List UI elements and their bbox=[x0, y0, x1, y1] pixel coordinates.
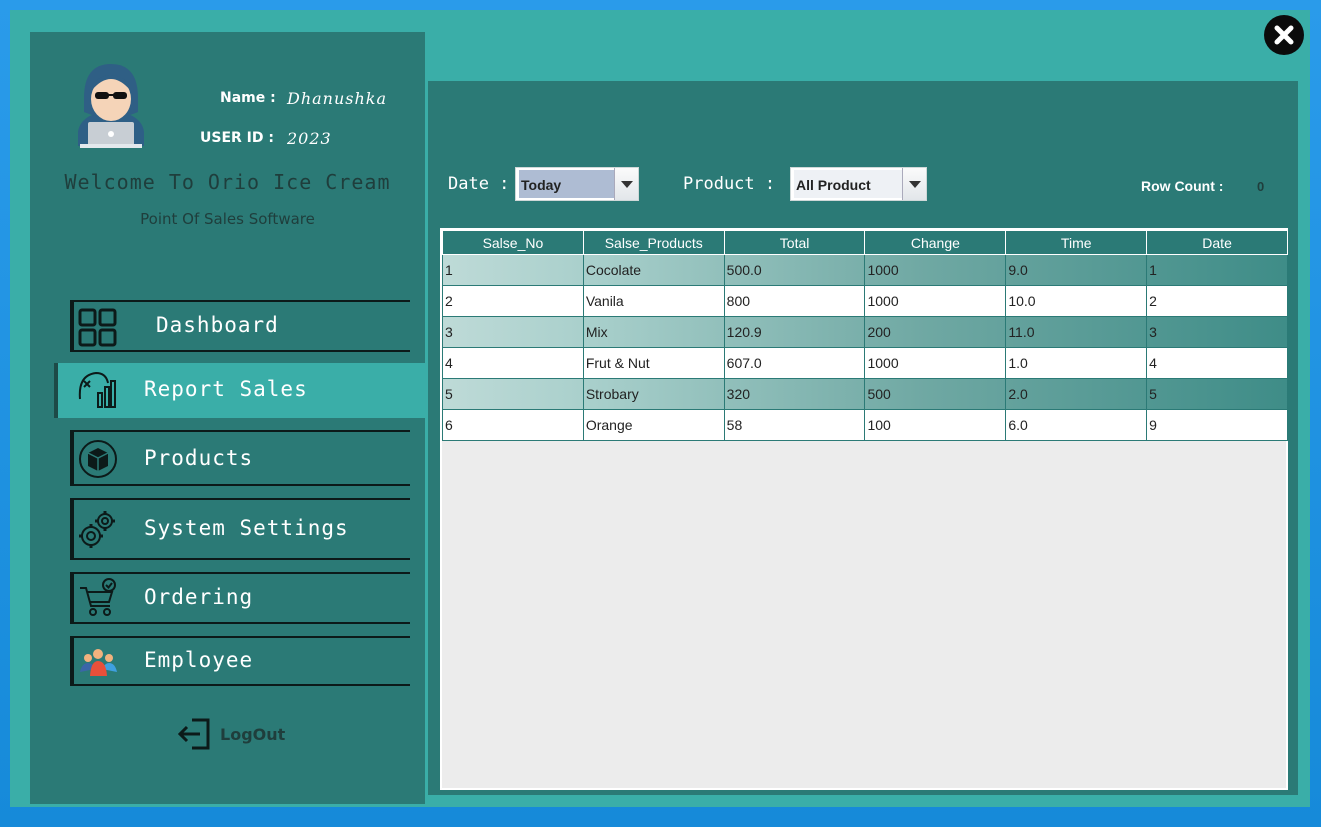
table-cell: 9.0 bbox=[1005, 254, 1148, 286]
nav-dashboard-label: Dashboard bbox=[156, 313, 279, 337]
box-icon bbox=[79, 440, 117, 478]
table-cell: 2.0 bbox=[1005, 378, 1148, 410]
table-cell: 9 bbox=[1146, 409, 1288, 441]
sidebar: Name : Dhanushka USER ID : 2023 Welcome … bbox=[30, 32, 425, 804]
people-icon bbox=[80, 649, 117, 676]
table-cell: 500 bbox=[864, 378, 1007, 410]
nav-ordering[interactable]: Ordering bbox=[70, 572, 410, 624]
column-header[interactable]: Date bbox=[1146, 230, 1288, 255]
table-cell: 2 bbox=[442, 285, 584, 317]
chevron-down-icon[interactable] bbox=[902, 168, 926, 200]
user-avatar-icon bbox=[70, 62, 152, 148]
nav-dashboard[interactable]: Dashboard bbox=[70, 300, 410, 352]
table-cell: 320 bbox=[723, 378, 866, 410]
nav-system-settings[interactable]: System Settings bbox=[70, 498, 410, 560]
column-header[interactable]: Total bbox=[723, 230, 866, 255]
logout-label: LogOut bbox=[220, 725, 286, 744]
column-header[interactable]: Salse_No bbox=[442, 230, 584, 255]
chevron-down-icon[interactable] bbox=[614, 168, 638, 200]
close-icon bbox=[1274, 25, 1294, 45]
sales-table-container[interactable]: Salse_No Salse_Products Total Change Time Dat… bbox=[440, 228, 1288, 790]
table-cell: 6 bbox=[442, 409, 584, 441]
table-cell: 120.9 bbox=[723, 316, 866, 348]
table-row[interactable]: 1 Cocolate 500.0 1000 9.0 1 bbox=[442, 254, 1288, 286]
gears-icon bbox=[79, 511, 115, 548]
date-select-value: Today bbox=[519, 170, 614, 198]
row-count-value: 0 bbox=[1257, 179, 1265, 194]
app-window: Name : Dhanushka USER ID : 2023 Welcome … bbox=[10, 10, 1310, 807]
table-row[interactable]: 3 Mix 120.9 200 11.0 3 bbox=[442, 316, 1288, 348]
nav-report-sales-label: Report Sales bbox=[144, 377, 308, 401]
nav-system-settings-label: System Settings bbox=[144, 516, 349, 540]
dashboard-grid-icon bbox=[78, 308, 117, 347]
table-cell: 1 bbox=[442, 254, 584, 286]
table-cell: Mix bbox=[582, 316, 725, 348]
report-chart-icon bbox=[78, 371, 116, 408]
table-body: 1 Cocolate 500.0 1000 9.0 1 2 Vanila 800 1000 10.0… bbox=[442, 254, 1288, 441]
sales-table: Salse_No Salse_Products Total Change Time Dat… bbox=[442, 230, 1288, 441]
product-filter-label: Product : bbox=[683, 174, 776, 194]
table-cell: 5 bbox=[442, 378, 584, 410]
column-header[interactable]: Time bbox=[1005, 230, 1148, 255]
table-cell: Frut & Nut bbox=[582, 347, 725, 379]
date-select[interactable]: Today bbox=[515, 167, 639, 201]
table-cell: 4 bbox=[442, 347, 584, 379]
product-select[interactable]: All Product bbox=[790, 167, 927, 201]
user-name: Dhanushka bbox=[287, 89, 388, 108]
close-button[interactable] bbox=[1264, 15, 1304, 55]
cart-check-icon bbox=[80, 578, 116, 616]
table-row[interactable]: 2 Vanila 800 1000 10.0 2 bbox=[442, 285, 1288, 317]
table-header-row: Salse_No Salse_Products Total Change Time Dat… bbox=[442, 230, 1288, 255]
column-header[interactable]: Salse_Products bbox=[582, 230, 725, 255]
table-cell: Cocolate bbox=[582, 254, 725, 286]
user-id-label: USER ID : bbox=[200, 130, 274, 146]
welcome-title: Welcome To Orio Ice Cream bbox=[64, 170, 391, 194]
date-filter-label: Date : bbox=[448, 174, 510, 194]
table-cell: 10.0 bbox=[1005, 285, 1148, 317]
table-cell: 11.0 bbox=[1005, 316, 1148, 348]
nav-products-label: Products bbox=[144, 446, 254, 470]
table-cell: 200 bbox=[864, 316, 1007, 348]
table-cell: 58 bbox=[723, 409, 866, 441]
table-cell: Strobary bbox=[582, 378, 725, 410]
nav-ordering-label: Ordering bbox=[144, 585, 254, 609]
table-row[interactable]: 4 Frut & Nut 607.0 1000 1.0 4 bbox=[442, 347, 1288, 379]
row-count-label: Row Count : bbox=[1141, 178, 1224, 194]
nav-report-sales[interactable]: Report Sales bbox=[54, 363, 425, 418]
table-cell: Vanila bbox=[582, 285, 725, 317]
table-cell: 1.0 bbox=[1005, 347, 1148, 379]
table-cell: 4 bbox=[1146, 347, 1288, 379]
table-cell: 3 bbox=[1146, 316, 1288, 348]
table-cell: 1 bbox=[1146, 254, 1288, 286]
column-header[interactable]: Change bbox=[864, 230, 1007, 255]
table-cell: 100 bbox=[864, 409, 1007, 441]
logout-icon bbox=[178, 718, 210, 750]
table-cell: 3 bbox=[442, 316, 584, 348]
table-cell: 800 bbox=[723, 285, 866, 317]
table-cell: 5 bbox=[1146, 378, 1288, 410]
report-panel: Date : Today Product : All Product Row C… bbox=[428, 81, 1298, 795]
nav-employee-label: Employee bbox=[144, 648, 254, 672]
nav-employee[interactable]: Employee bbox=[70, 636, 410, 686]
table-cell: Orange bbox=[582, 409, 725, 441]
app-subtitle: Point Of Sales Software bbox=[140, 210, 315, 228]
name-label: Name : bbox=[220, 90, 276, 106]
nav-products[interactable]: Products bbox=[70, 430, 410, 486]
table-cell: 1000 bbox=[864, 254, 1007, 286]
table-cell: 500.0 bbox=[723, 254, 866, 286]
table-cell: 2 bbox=[1146, 285, 1288, 317]
table-cell: 1000 bbox=[864, 285, 1007, 317]
table-row[interactable]: 6 Orange 58 100 6.0 9 bbox=[442, 409, 1288, 441]
table-cell: 6.0 bbox=[1005, 409, 1148, 441]
table-row[interactable]: 5 Strobary 320 500 2.0 5 bbox=[442, 378, 1288, 410]
product-select-value: All Product bbox=[794, 170, 902, 198]
table-cell: 1000 bbox=[864, 347, 1007, 379]
table-cell: 607.0 bbox=[723, 347, 866, 379]
user-id: 2023 bbox=[287, 129, 332, 148]
logout-button[interactable]: LogOut bbox=[178, 716, 298, 752]
